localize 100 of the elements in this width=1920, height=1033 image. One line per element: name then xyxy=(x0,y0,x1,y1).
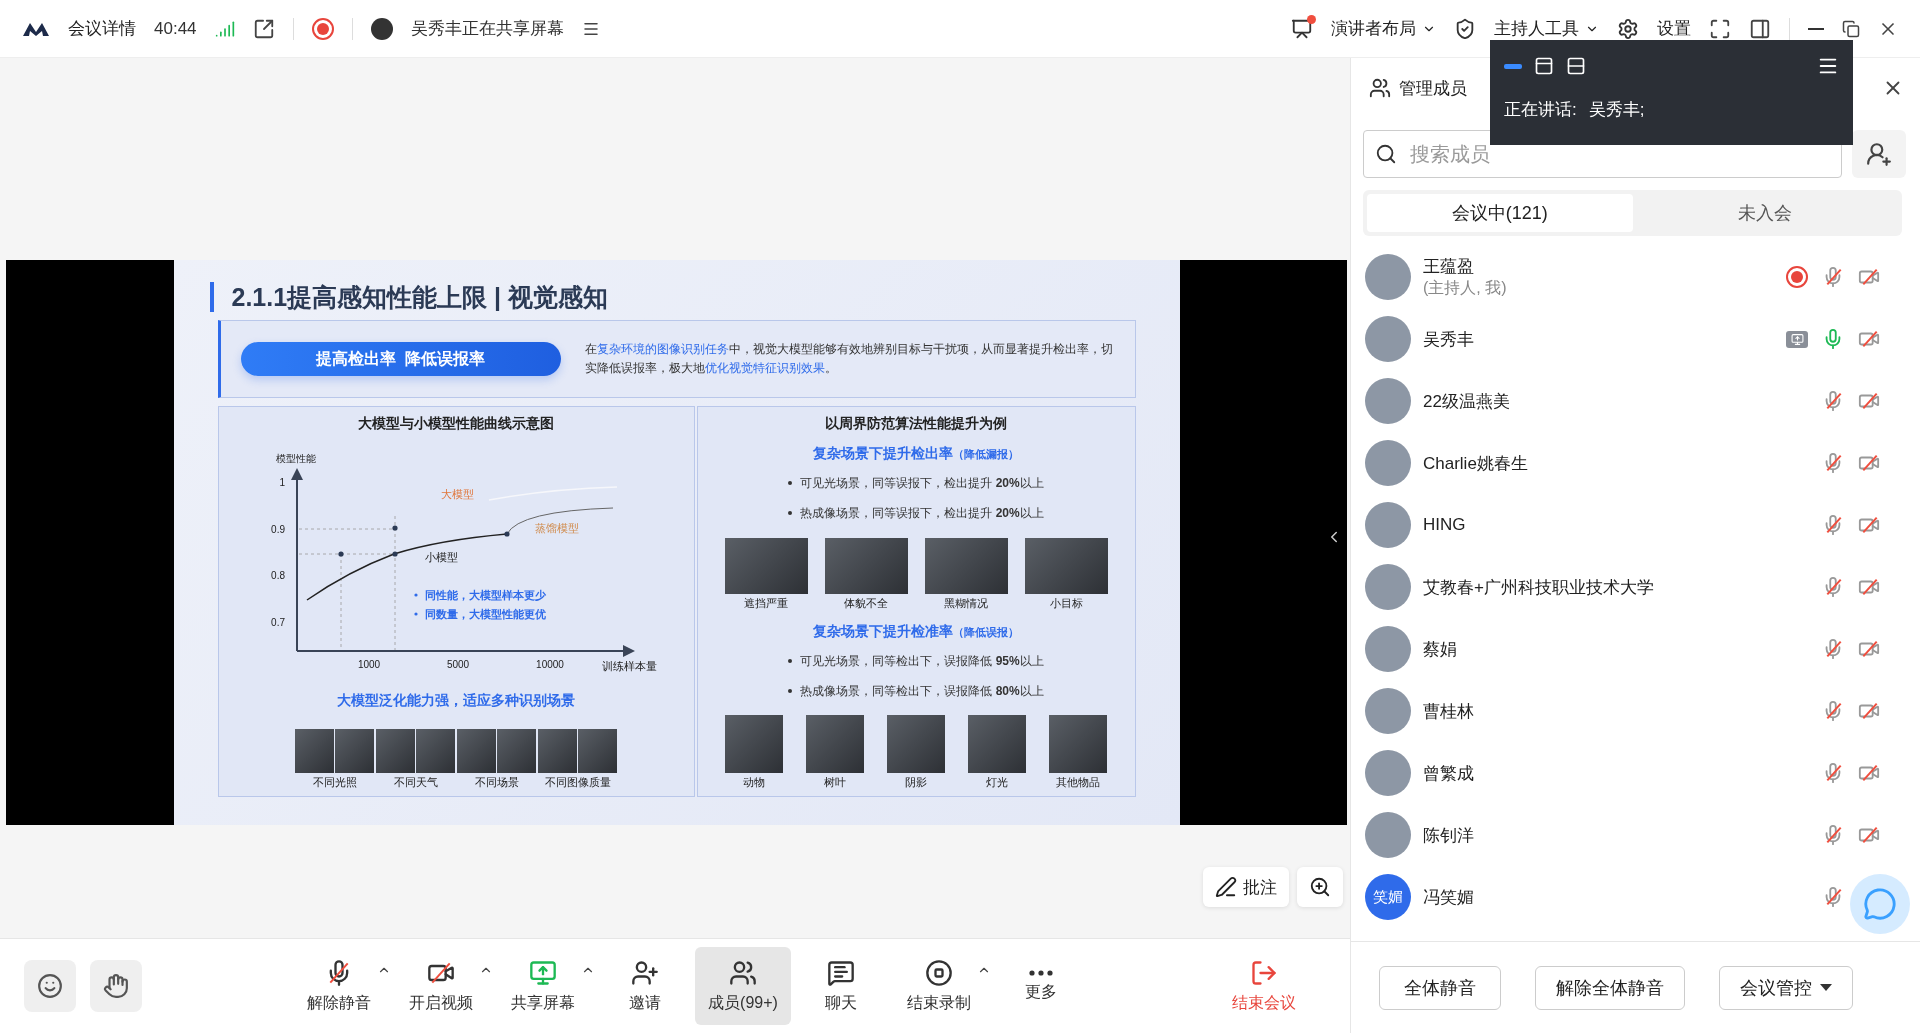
restore-button[interactable] xyxy=(1842,19,1860,38)
pen-icon xyxy=(1215,876,1237,898)
member-row[interactable]: HING xyxy=(1351,494,1920,556)
photo-placeholder xyxy=(578,728,617,773)
exit-icon xyxy=(1250,958,1278,987)
smile-icon xyxy=(37,973,63,999)
tick-label: 0.9 xyxy=(270,523,285,535)
fullscreen-icon xyxy=(1709,17,1731,40)
panel-button[interactable]: 全体静音 xyxy=(1378,965,1501,1010)
layout-icon xyxy=(1291,17,1313,40)
photo-placeholder xyxy=(376,728,415,773)
add-user-icon xyxy=(631,958,659,987)
bullet-text: 热成像场景，同等误报下，检出提升 20%以上 xyxy=(800,505,1044,523)
image-caption: 小目标 xyxy=(1049,595,1083,611)
data-point xyxy=(337,551,344,557)
tab[interactable]: 会议中(121) xyxy=(1367,194,1633,232)
banner: 提高检出率 降低误报率 xyxy=(240,342,561,376)
zoom-in-button[interactable] xyxy=(1297,867,1343,907)
popout-button[interactable] xyxy=(252,17,275,40)
member-row[interactable]: Charlie姚春生 xyxy=(1351,432,1920,494)
member-row[interactable]: 曹桂林 xyxy=(1351,680,1920,742)
panel-button[interactable]: 会议管控 xyxy=(1718,965,1853,1010)
avatar xyxy=(1365,502,1411,548)
minimize-icon xyxy=(1504,63,1522,69)
member-row[interactable]: 曾繁成 xyxy=(1351,742,1920,804)
bullet-text: 可见光场景，同等检出下，误报降低 95%以上 xyxy=(800,652,1044,670)
panel-button[interactable]: 解除全体静音 xyxy=(1534,965,1685,1010)
fullscreen-button[interactable] xyxy=(1709,17,1731,40)
toolbar-button[interactable]: 结束录制 xyxy=(891,947,987,1025)
annotate-button[interactable]: 批注 xyxy=(1203,867,1289,907)
photo-placeholder xyxy=(968,715,1026,773)
avatar xyxy=(1365,750,1411,796)
data-point xyxy=(391,525,398,531)
image-caption: 动物 xyxy=(743,775,765,790)
add-user-icon xyxy=(1866,141,1892,167)
member-name: 蔡娟 xyxy=(1423,638,1458,661)
toolbar-button[interactable]: 解除静音 xyxy=(291,947,387,1025)
bullet-dot xyxy=(788,658,793,663)
member-name: 陈钊洋 xyxy=(1423,824,1475,847)
sidebar-toggle-button[interactable] xyxy=(1749,17,1771,40)
avatar xyxy=(1365,812,1411,858)
member-row[interactable]: 陈钊洋 xyxy=(1351,804,1920,866)
toolbar-button[interactable]: 邀请 xyxy=(597,947,693,1025)
image-caption: 阴影 xyxy=(905,775,927,790)
toolbar-button[interactable]: 共享屏幕 xyxy=(495,947,591,1025)
panel-title: 管理成员 xyxy=(1399,77,1467,100)
meeting-duration: 40:44 xyxy=(154,18,197,39)
avatar xyxy=(1365,564,1411,610)
rows-icon xyxy=(1566,56,1586,76)
member-name: 冯笑媚 xyxy=(1423,886,1475,909)
image-caption: 不同天气 xyxy=(393,774,438,790)
toolbar-button[interactable]: 聊天 xyxy=(793,947,889,1025)
tab[interactable]: 未入会 xyxy=(1632,194,1898,232)
meeting-details-button[interactable]: 会议详情 xyxy=(68,17,136,40)
photo-placeholder xyxy=(806,715,864,773)
minimal-view-button[interactable] xyxy=(1504,63,1522,69)
end-meeting-button[interactable]: 结束会议 xyxy=(1226,957,1302,1015)
member-row[interactable]: 吴秀丰 xyxy=(1351,308,1920,370)
photo-placeholder xyxy=(295,728,334,773)
member-row[interactable]: 王蕴盈 (主持人, 我) xyxy=(1351,246,1920,308)
bullet-dot xyxy=(413,612,418,616)
member-name: 吴秀丰 xyxy=(1423,328,1475,351)
member-row[interactable]: 艾教春+广州科技职业技术大学 xyxy=(1351,556,1920,618)
search-icon xyxy=(1375,143,1397,165)
panel-title: 以周界防范算法性能提升为例 xyxy=(825,415,1007,433)
users-icon xyxy=(729,958,757,987)
add-member-button[interactable] xyxy=(1852,130,1906,178)
bullet-text: 可见光场景，同等误报下，检出提升 20%以上 xyxy=(800,475,1044,493)
host-tools-menu[interactable]: 主持人工具 xyxy=(1494,17,1599,40)
photo-placeholder xyxy=(1049,715,1107,773)
hand-icon xyxy=(103,973,129,999)
photo-placeholder xyxy=(538,728,577,773)
minimize-button[interactable] xyxy=(1808,27,1824,30)
shield-icon xyxy=(1454,17,1476,40)
avatar xyxy=(1365,626,1411,672)
photo-placeholder xyxy=(725,715,783,773)
restore-icon xyxy=(1842,19,1860,38)
member-row[interactable]: 22级温燕美 xyxy=(1351,370,1920,432)
tick-label: 0.8 xyxy=(270,569,285,581)
image-caption: 不同场景 xyxy=(474,774,519,790)
popout-icon xyxy=(252,17,275,40)
tick-label: 1 xyxy=(278,476,285,488)
toolbar-button[interactable]: 开启视频 xyxy=(393,947,489,1025)
toolbar-button[interactable]: 成员(99+) xyxy=(695,947,791,1025)
layout-menu[interactable]: 演讲者布局 xyxy=(1331,17,1436,40)
avatar: 笑媚 xyxy=(1365,874,1411,920)
settings-button[interactable]: 设置 xyxy=(1657,17,1691,40)
section-heading: 复杂场景下提升检出率（降低漏报） xyxy=(813,445,1019,464)
member-row[interactable]: 蔡娟 xyxy=(1351,618,1920,680)
window-view-button[interactable] xyxy=(1534,56,1554,76)
emoji-button[interactable] xyxy=(24,960,76,1012)
member-role: (主持人, 我) xyxy=(1423,278,1508,298)
tick-label: 0.7 xyxy=(270,616,285,628)
list-view-button[interactable] xyxy=(1566,56,1586,76)
assistant-button[interactable] xyxy=(1850,874,1910,934)
speaker-name: 吴秀丰; xyxy=(1588,99,1645,121)
data-point xyxy=(391,551,398,557)
member-name: HING xyxy=(1423,515,1467,535)
raise-hand-button[interactable] xyxy=(90,960,142,1012)
toolbar-button[interactable]: 更多 xyxy=(993,947,1089,1025)
